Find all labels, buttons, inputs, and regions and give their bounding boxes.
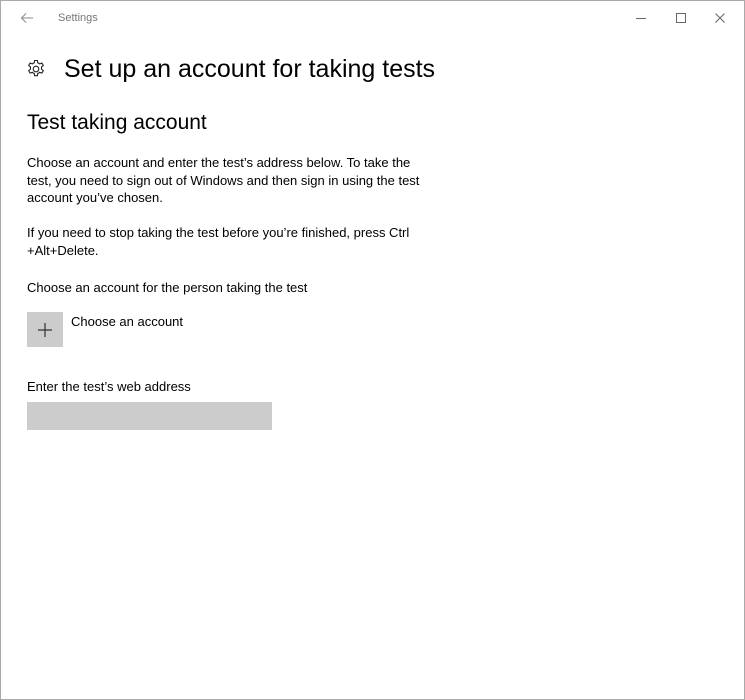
window-title: Settings	[58, 12, 98, 24]
web-address-label: Enter the test’s web address	[27, 379, 191, 394]
exit-instructions-paragraph: If you need to stop taking the test befo…	[27, 225, 410, 258]
section-title: Test taking account	[27, 111, 207, 134]
minimize-icon	[636, 18, 646, 19]
settings-window: Settings Set up an account for taking te…	[0, 0, 745, 700]
page-header: Set up an account for taking tests	[26, 54, 435, 84]
maximize-button[interactable]	[663, 5, 699, 31]
plus-icon	[38, 322, 52, 337]
choose-account-button[interactable]: Choose an account	[27, 312, 183, 347]
account-label: Choose an account for the person taking …	[27, 280, 308, 295]
web-address-input[interactable]	[27, 402, 272, 430]
minimize-button[interactable]	[623, 5, 659, 31]
close-button[interactable]	[702, 5, 738, 31]
back-arrow-icon	[20, 13, 33, 23]
title-bar: Settings	[1, 1, 744, 35]
back-button[interactable]	[13, 7, 41, 29]
choose-account-label: Choose an account	[71, 314, 184, 329]
page-title: Set up an account for taking tests	[64, 54, 436, 83]
gear-icon	[27, 59, 45, 77]
instructions-paragraph: Choose an account and enter the test’s a…	[27, 155, 420, 205]
close-icon	[715, 13, 725, 23]
maximize-icon	[676, 13, 686, 23]
plus-tile[interactable]	[27, 312, 63, 347]
